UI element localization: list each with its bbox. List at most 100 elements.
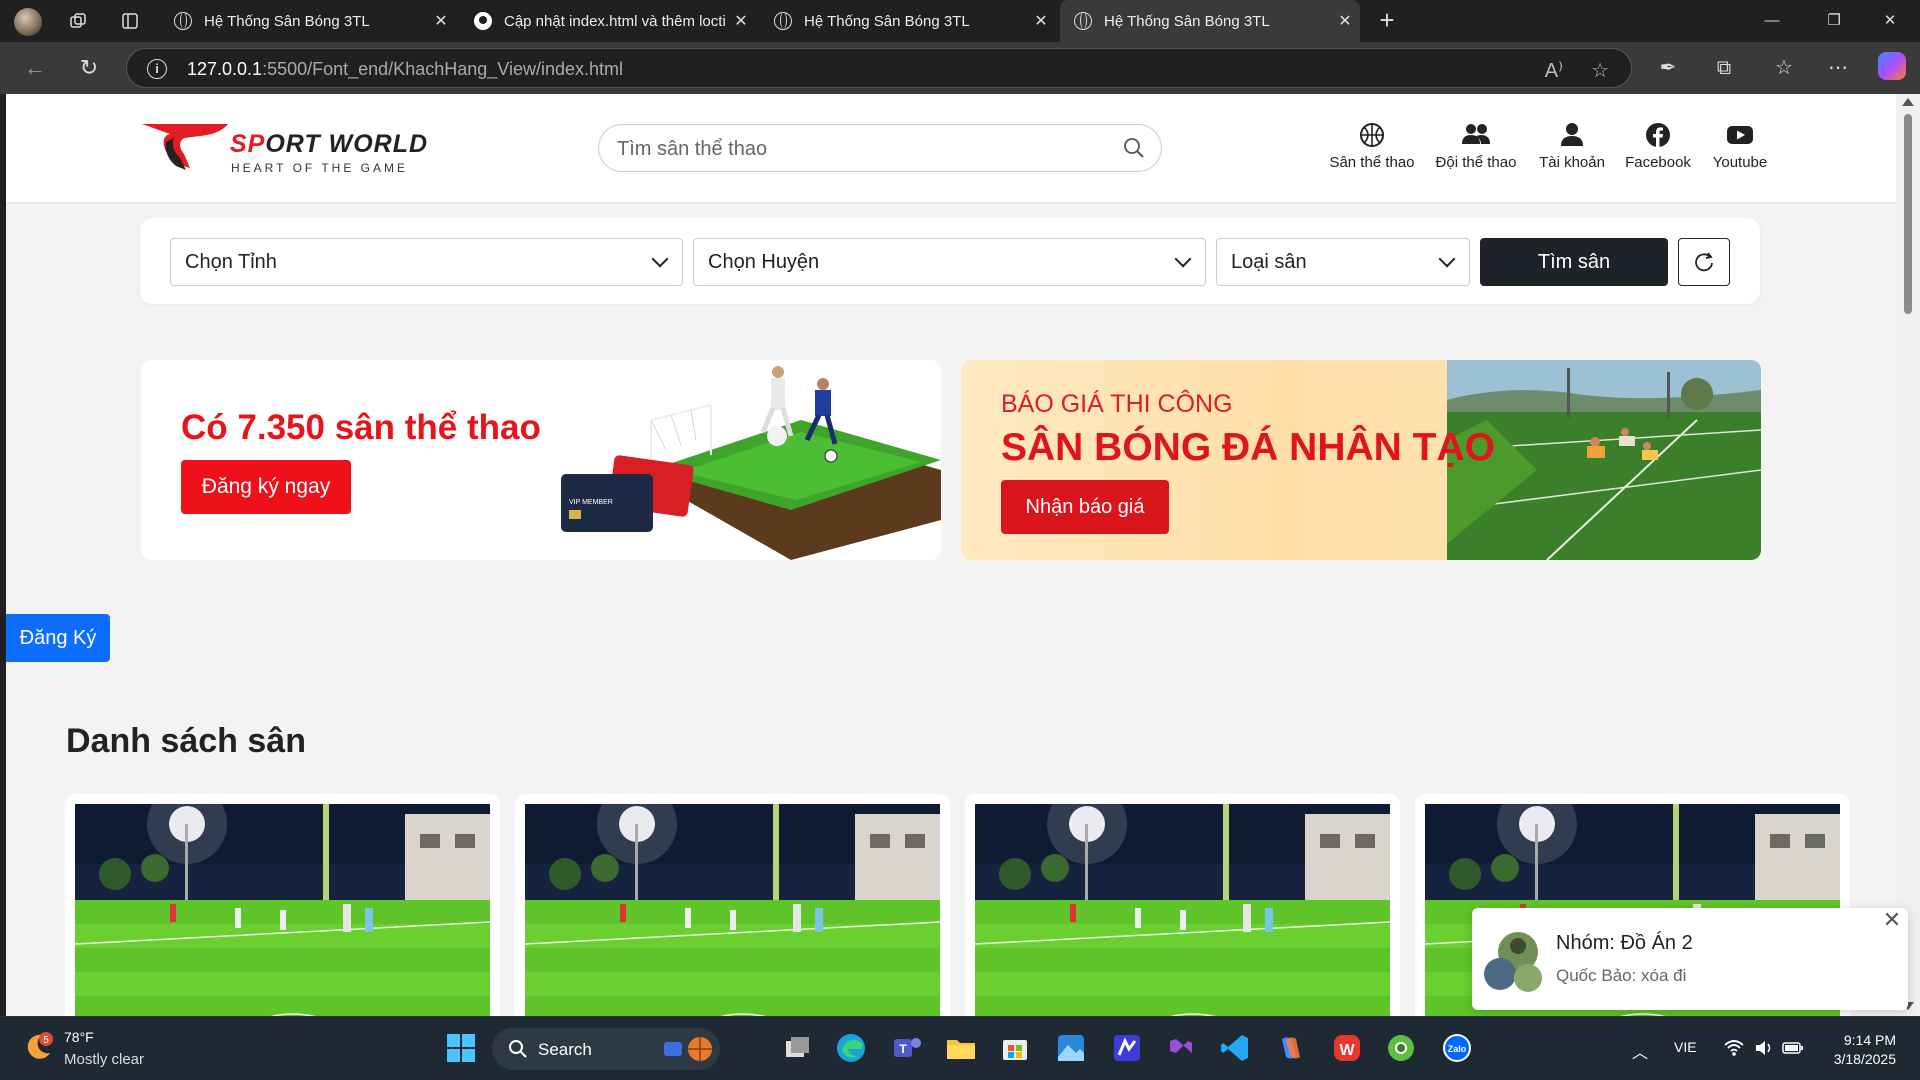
- field-photo: [75, 804, 490, 1016]
- banner-headline: SÂN BÓNG ĐÁ NHÂN TẠO: [1001, 426, 1495, 469]
- svg-text:W: W: [1339, 1042, 1355, 1059]
- nav-doi-the-thao[interactable]: Đội thể thao: [1428, 122, 1524, 186]
- district-select-value: Chọn Huyện: [708, 251, 820, 273]
- extensions-icon[interactable]: ⧉: [1708, 52, 1740, 84]
- pen-icon[interactable]: ✒: [1652, 52, 1684, 84]
- url-text[interactable]: 127.0.0.1:5500/Font_end/KhachHang_View/i…: [187, 59, 623, 80]
- vertical-tabs-icon[interactable]: [116, 8, 144, 34]
- address-bar[interactable]: i 127.0.0.1:5500/Font_end/KhachHang_View…: [126, 48, 1632, 88]
- edge-browser-icon[interactable]: [834, 1031, 868, 1065]
- battery-icon[interactable]: [1782, 1039, 1804, 1057]
- microsoft-store-icon[interactable]: [998, 1031, 1032, 1065]
- site-info-icon[interactable]: i: [147, 59, 167, 79]
- volume-icon[interactable]: [1754, 1039, 1774, 1057]
- copilot-icon[interactable]: [1878, 52, 1906, 80]
- system-clock[interactable]: 9:14 PM 3/18/2025: [1826, 1031, 1896, 1069]
- taskbar-search[interactable]: Search: [492, 1028, 720, 1070]
- tab-title: Hệ Thống Sân Bóng 3TL: [804, 12, 970, 30]
- site-search-box[interactable]: [598, 124, 1162, 172]
- tab-1[interactable]: Hệ Thống Sân Bóng 3TL ✕: [160, 0, 456, 42]
- get-quote-button[interactable]: Nhận báo giá: [1001, 480, 1169, 534]
- register-button[interactable]: Đăng Ký: [6, 614, 110, 662]
- promo-banner-construction: BÁO GIÁ THI CÔNG SÂN BÓNG ĐÁ NHÂN TẠO Nh…: [961, 360, 1761, 560]
- back-button[interactable]: ←: [20, 54, 50, 84]
- tab-title: Hệ Thống Sân Bóng 3TL: [204, 12, 370, 30]
- nav-tai-khoan[interactable]: Tài khoản: [1532, 122, 1612, 186]
- favorite-star-icon[interactable]: ☆: [1591, 58, 1609, 83]
- chevron-down-icon: [1174, 250, 1192, 268]
- facebook-icon: [1646, 123, 1670, 147]
- search-icon[interactable]: [1123, 137, 1145, 159]
- youtube-icon: [1727, 126, 1753, 144]
- wps-office-icon[interactable]: W: [1330, 1031, 1364, 1065]
- wifi-icon[interactable]: [1724, 1039, 1744, 1057]
- page-scrollbar[interactable]: [1896, 94, 1920, 1016]
- tab-strip: Hệ Thống Sân Bóng 3TL ✕ Cập nhật index.h…: [0, 0, 1920, 42]
- svg-text:T: T: [899, 1042, 907, 1056]
- field-type-select[interactable]: Loại sân: [1216, 238, 1470, 286]
- restore-button[interactable]: ❐: [1806, 0, 1862, 42]
- tab-2[interactable]: Cập nhật index.html và thêm locti ✕: [460, 0, 756, 42]
- visual-studio-icon[interactable]: [1164, 1031, 1198, 1065]
- close-tab-icon[interactable]: ✕: [1330, 11, 1360, 31]
- minimize-button[interactable]: —: [1744, 0, 1800, 42]
- close-icon[interactable]: ✕: [1880, 908, 1904, 932]
- close-tab-icon[interactable]: ✕: [726, 11, 756, 31]
- promo-banner-fields: Có 7.350 sân thể thao Đăng ký ngay VIP M…: [141, 360, 941, 560]
- file-explorer-icon[interactable]: [944, 1031, 978, 1065]
- site-search-input[interactable]: [617, 135, 1097, 163]
- tab-4-active[interactable]: Hệ Thống Sân Bóng 3TL ✕: [1060, 0, 1360, 42]
- logo-swoosh-icon: [142, 124, 228, 170]
- close-tab-icon[interactable]: ✕: [1026, 11, 1056, 31]
- more-menu-icon[interactable]: ⋯: [1822, 52, 1854, 84]
- github-icon: [474, 12, 492, 30]
- field-card[interactable]: [965, 794, 1400, 1016]
- globe-icon: [1074, 12, 1092, 30]
- windows-start-icon[interactable]: [444, 1031, 478, 1065]
- weather-badge: 5: [43, 1035, 49, 1046]
- input-language[interactable]: VIE: [1674, 1039, 1697, 1055]
- field-card[interactable]: [515, 794, 950, 1016]
- nav-facebook[interactable]: Facebook: [1616, 122, 1700, 186]
- teams-icon[interactable]: T: [890, 1031, 924, 1065]
- nav-san-the-thao[interactable]: Sân thể thao: [1324, 122, 1420, 186]
- workspaces-icon[interactable]: [64, 8, 92, 34]
- favorites-icon[interactable]: ☆: [1768, 52, 1800, 84]
- close-window-button[interactable]: ✕: [1862, 0, 1918, 42]
- clock-date: 3/18/2025: [1833, 1051, 1896, 1067]
- zalo-icon[interactable]: Zalo: [1440, 1031, 1474, 1065]
- refresh-button[interactable]: ↻: [74, 54, 104, 84]
- district-select[interactable]: Chọn Huyện: [693, 238, 1206, 286]
- weather-temp[interactable]: 78°F: [64, 1029, 94, 1045]
- new-tab-button[interactable]: +: [1372, 6, 1402, 36]
- province-select[interactable]: Chọn Tỉnh: [170, 238, 683, 286]
- search-icon: [509, 1040, 527, 1058]
- register-now-button[interactable]: Đăng ký ngay: [181, 460, 351, 514]
- copilot-app-icon[interactable]: [1274, 1031, 1308, 1065]
- tab-3[interactable]: Hệ Thống Sân Bóng 3TL ✕: [760, 0, 1056, 42]
- read-aloud-icon[interactable]: A⁾: [1545, 58, 1563, 83]
- nav-label: Sân thể thao: [1329, 154, 1415, 171]
- close-tab-icon[interactable]: ✕: [426, 11, 456, 31]
- profile-avatar[interactable]: [14, 8, 42, 36]
- field-card[interactable]: [65, 794, 500, 1016]
- refresh-icon: [1695, 252, 1713, 272]
- scroll-up-icon[interactable]: [1902, 98, 1914, 106]
- task-view-icon[interactable]: [780, 1031, 814, 1065]
- weather-moon-icon[interactable]: 5: [22, 1031, 54, 1063]
- photos-icon[interactable]: [1054, 1031, 1088, 1065]
- sport-world-logo[interactable]: SPORT WORLD HEART OF THE GAME: [140, 122, 440, 178]
- show-hidden-icons[interactable]: ︿: [1632, 1039, 1648, 1063]
- windows-taskbar: 5 78°F Mostly clear Search T W Zalo ︿ VI…: [0, 1016, 1920, 1080]
- terminal-app-icon[interactable]: [1110, 1031, 1144, 1065]
- nav-youtube[interactable]: Youtube: [1700, 122, 1780, 186]
- chrome-dev-icon[interactable]: [1384, 1031, 1418, 1065]
- vscode-icon[interactable]: [1218, 1031, 1252, 1065]
- weather-description[interactable]: Mostly clear: [64, 1051, 144, 1068]
- scrollbar-thumb[interactable]: [1904, 114, 1912, 314]
- chat-notification[interactable]: Nhóm: Đồ Án 2 Quốc Bảo: xóa đi ✕: [1472, 908, 1908, 1010]
- section-title: Danh sách sân: [66, 722, 306, 760]
- tab-title: Hệ Thống Sân Bóng 3TL: [1104, 12, 1270, 30]
- find-field-button[interactable]: Tìm sân: [1480, 238, 1668, 286]
- reset-filter-button[interactable]: [1678, 238, 1730, 286]
